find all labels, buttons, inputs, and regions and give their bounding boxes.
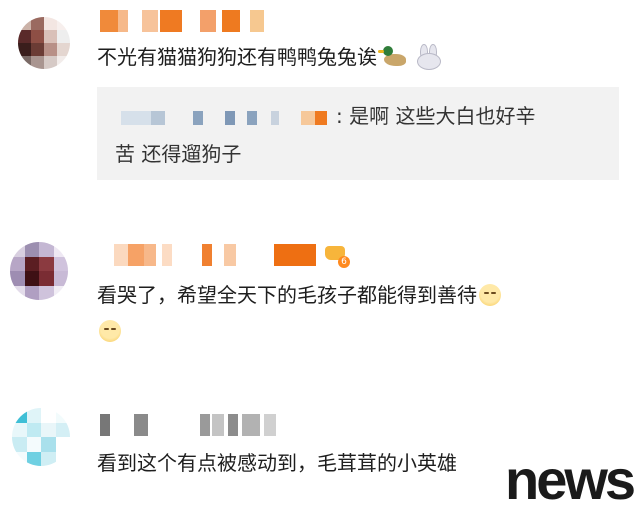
crown-badge-icon: 6	[322, 240, 350, 268]
reply-text-line-1: : 是啊 这些大白也好辛	[336, 104, 536, 128]
reply-box[interactable]: : 是啊 这些大白也好辛 苦 还得遛狗子	[97, 87, 619, 180]
avatar[interactable]	[10, 242, 68, 300]
comment-1: 不光有猫猫狗狗还有鸭鸭兔兔诶 : 是啊 这些大白也好辛 苦 还得遛狗子	[0, 0, 639, 190]
reply-text-line-2: 苦 还得遛狗子	[115, 142, 242, 166]
blush-smile-icon	[99, 320, 121, 342]
comment-text: 不光有猫猫狗狗还有鸭鸭兔兔诶	[97, 40, 441, 74]
duck-icon	[378, 45, 409, 67]
username-redacted[interactable]	[114, 244, 344, 266]
comment-text: 看到这个有点被感动到，毛茸茸的小英雄	[97, 451, 457, 475]
watermark-logo: news	[505, 448, 636, 511]
comment-2: 6 看哭了，希望全天下的毛孩子都能得到善待	[0, 230, 639, 360]
comment-text: 看哭了，希望全天下的毛孩子都能得到善待	[97, 278, 501, 312]
avatar[interactable]	[12, 408, 70, 466]
reply-username-redacted[interactable]	[121, 111, 331, 125]
rabbit-face-icon	[415, 44, 441, 70]
username-redacted[interactable]	[100, 414, 280, 436]
comment-text-continued	[97, 314, 121, 348]
blush-smile-icon	[479, 284, 501, 306]
avatar[interactable]	[18, 17, 70, 69]
username-redacted[interactable]	[100, 10, 270, 32]
